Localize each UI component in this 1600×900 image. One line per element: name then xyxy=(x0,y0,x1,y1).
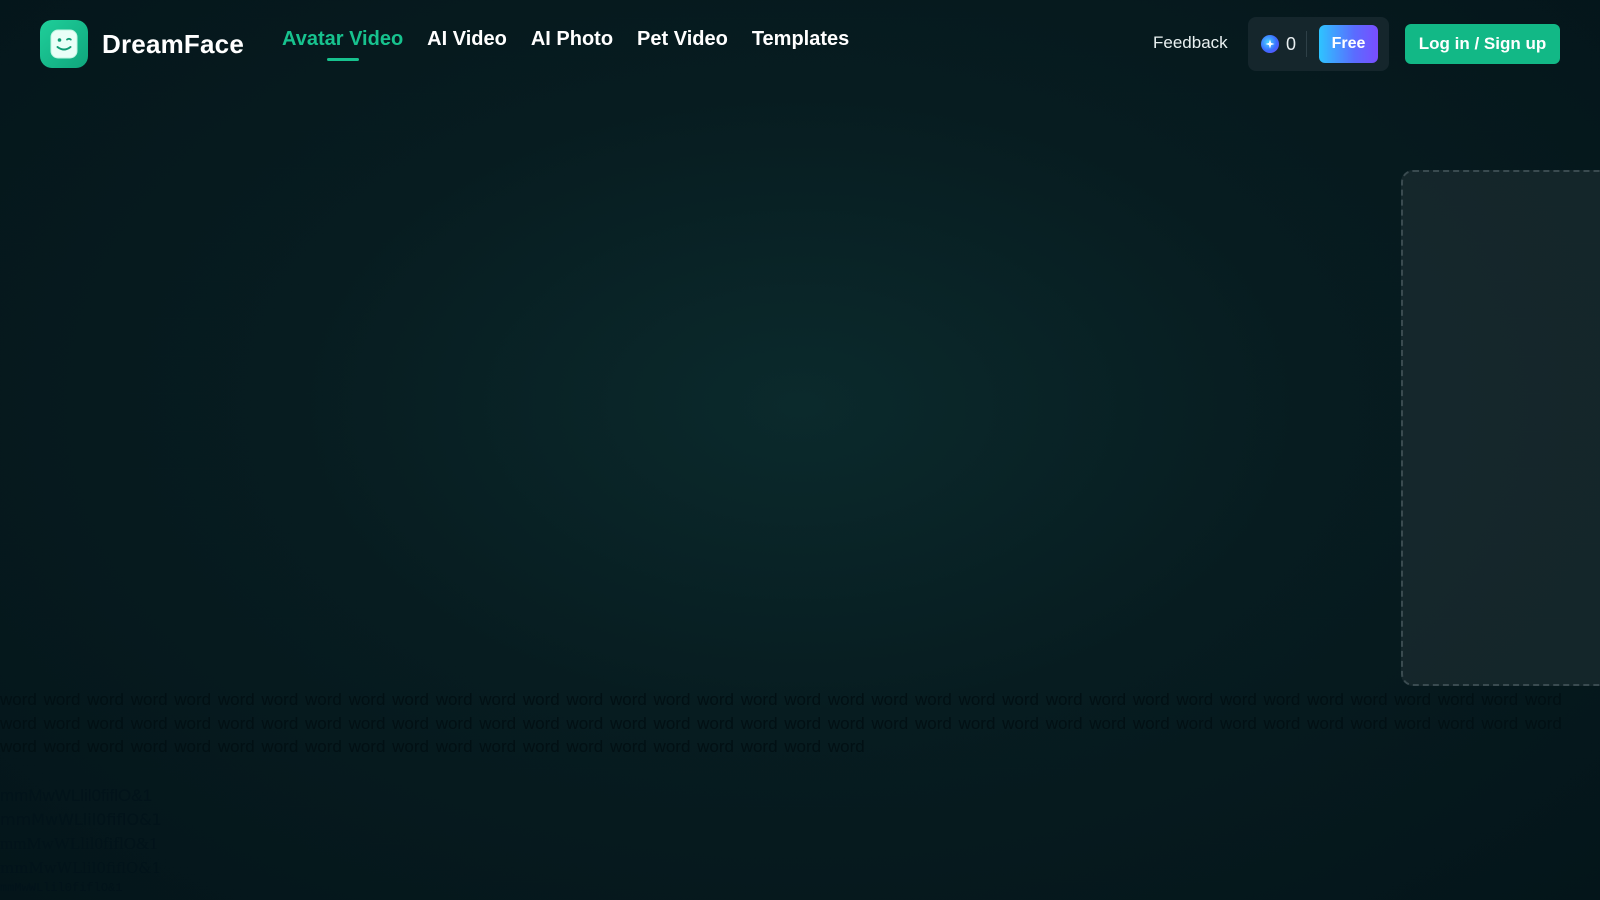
nav-item-templates[interactable]: Templates xyxy=(752,28,849,61)
glyph-line: mmMwWLlil0fiflO&1 xyxy=(0,810,162,829)
feedback-link[interactable]: Feedback xyxy=(1153,33,1228,53)
smiley-face-icon xyxy=(40,20,88,68)
glyph-line: mmMwWLlil0fiflO&1 xyxy=(0,859,162,877)
free-credits-button[interactable]: Free xyxy=(1319,25,1379,63)
main-nav: Avatar Video AI Video AI Photo Pet Video… xyxy=(282,28,873,61)
glyph-line: mmMwWLlil0fiflO&1 xyxy=(0,881,123,895)
nav-item-pet-video[interactable]: Pet Video xyxy=(637,28,728,61)
brand-logo[interactable]: DreamFace xyxy=(40,20,244,68)
brand-name: DreamFace xyxy=(102,28,244,59)
upload-drop-area[interactable] xyxy=(1401,170,1600,686)
divider xyxy=(1306,31,1308,57)
glyph-line: mmMwWLlil0fiflO&1 xyxy=(0,786,153,805)
font-test-glyph-lines: mmMwWLlil0fiflO&1 mmMwWLlil0fiflO&1 mmMw… xyxy=(0,784,162,896)
credits-widget: 0 Free xyxy=(1248,17,1389,71)
glyph-line: mmMwWLlil0fiflO&1 xyxy=(0,834,158,853)
login-signup-button[interactable]: Log in / Sign up xyxy=(1405,24,1560,64)
top-header: DreamFace Avatar Video AI Video AI Photo… xyxy=(0,0,1600,86)
font-test-word-block: word word word word word word word word … xyxy=(0,690,1562,756)
coin-icon xyxy=(1261,35,1279,53)
nav-item-ai-video[interactable]: AI Video xyxy=(427,28,507,61)
credit-count: 0 xyxy=(1286,33,1297,54)
nav-item-avatar-video[interactable]: Avatar Video xyxy=(282,28,403,61)
nav-item-ai-photo[interactable]: AI Photo xyxy=(531,28,613,61)
